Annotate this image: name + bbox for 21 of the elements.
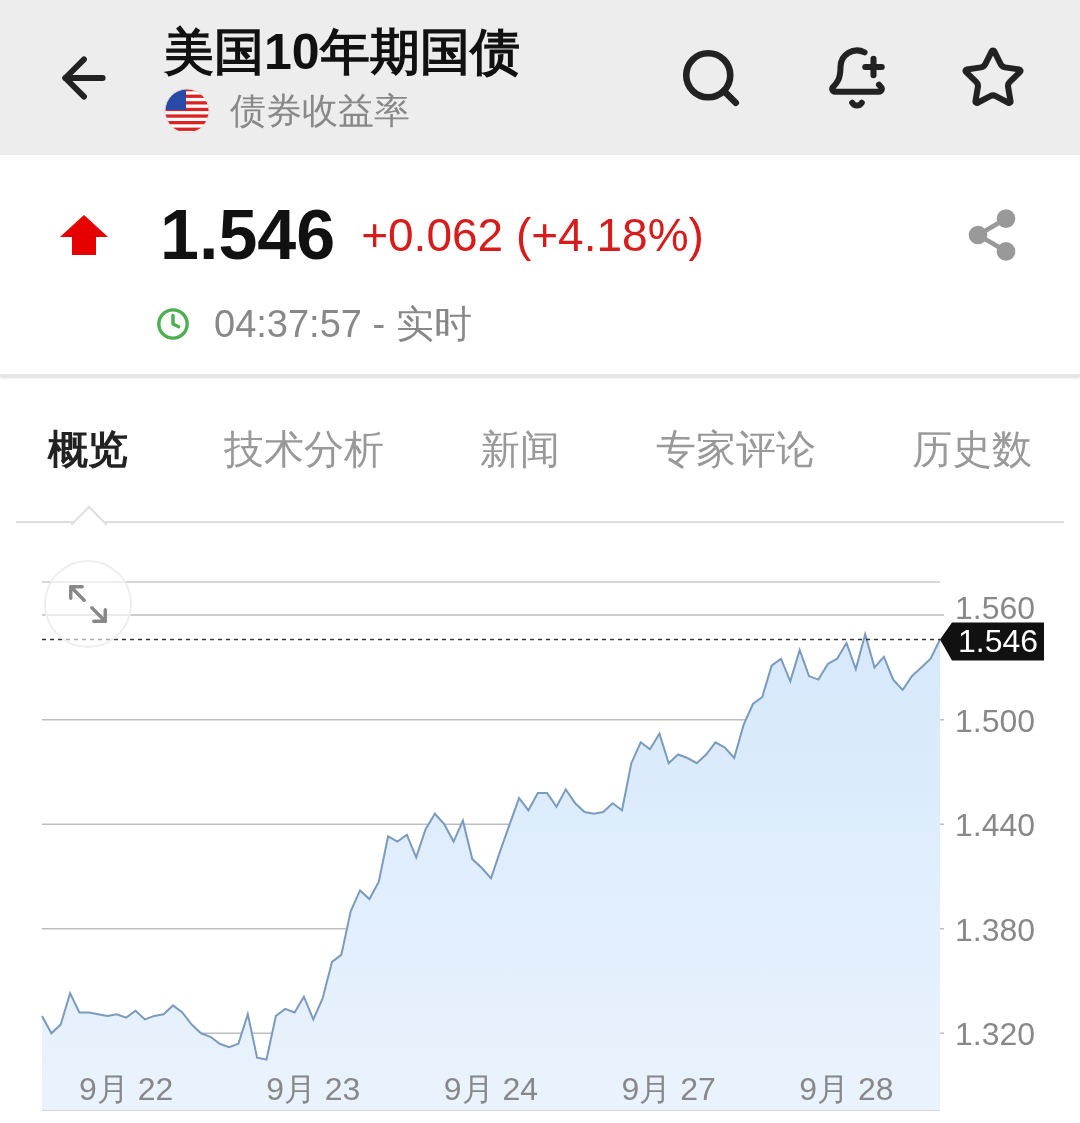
tab[interactable]: 专家评论 — [656, 424, 816, 474]
page-subtitle: 债券收益率 — [230, 88, 410, 133]
x-tick-label: 9月 28 — [799, 1071, 894, 1107]
tab[interactable]: 历史数 — [912, 424, 1032, 474]
clock-icon — [156, 307, 190, 341]
y-tick-label: 1.440 — [955, 807, 1036, 844]
current-value-badge: 1.546 — [940, 622, 1044, 661]
tab[interactable]: 概览 — [48, 424, 128, 474]
y-tick-label: 1.320 — [955, 1016, 1036, 1053]
x-tick-label: 9月 24 — [443, 1071, 539, 1107]
y-tick-label: 1.380 — [955, 911, 1036, 948]
price: 1.546 — [160, 195, 336, 275]
tab[interactable]: 技术分析 — [224, 424, 384, 474]
x-tick-label: 9月 23 — [266, 1071, 361, 1107]
x-tick-label: 9月 22 — [79, 1071, 174, 1107]
x-tick-label: 9月 27 — [621, 1071, 716, 1107]
y-tick-label: 1.500 — [955, 702, 1036, 739]
tab[interactable]: 新闻 — [480, 424, 560, 474]
page-title: 美国10年期国债 — [164, 22, 521, 82]
timestamp: 04:37:57 - 实时 — [214, 302, 472, 347]
price-change: +0.062 (+4.18%) — [361, 208, 704, 263]
